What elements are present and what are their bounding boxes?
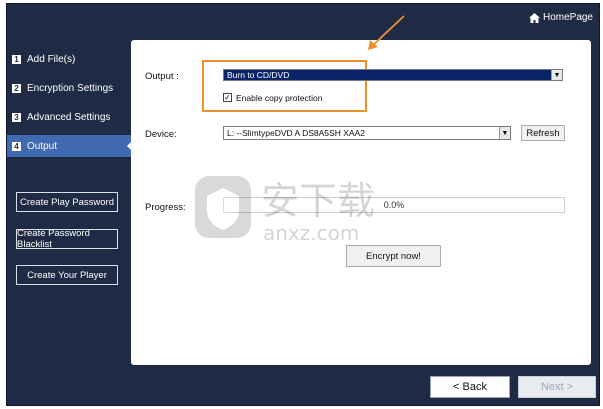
progress-label: Progress: bbox=[145, 202, 186, 213]
house-icon bbox=[528, 12, 540, 23]
step-number: 1 bbox=[12, 54, 21, 64]
step-label: Output bbox=[27, 140, 58, 152]
device-select-value: L: --SlimtypeDVD A DS8A5SH XAA2 bbox=[227, 128, 365, 138]
sidebar: 1 Add File(s) 2 Encryption Settings 3 Ad… bbox=[7, 48, 132, 164]
create-password-blacklist-button[interactable]: Create Password Blacklist bbox=[16, 228, 118, 250]
create-play-password-button[interactable]: Create Play Password bbox=[16, 192, 118, 212]
copy-protection-label: Enable copy protection bbox=[236, 93, 323, 103]
sidebar-step-add-files[interactable]: 1 Add File(s) bbox=[7, 48, 131, 70]
next-button[interactable]: Next > bbox=[518, 376, 596, 398]
refresh-button[interactable]: Refresh bbox=[521, 125, 565, 141]
sidebar-step-output[interactable]: 4 Output bbox=[7, 135, 132, 157]
step-label: Advanced Settings bbox=[27, 111, 111, 123]
create-your-player-button[interactable]: Create Your Player bbox=[16, 265, 118, 285]
homepage-label: HomePage bbox=[542, 12, 593, 23]
output-select-value: Burn to CD/DVD bbox=[227, 70, 290, 80]
progress-text: 0.0% bbox=[383, 200, 405, 210]
step-number: 4 bbox=[12, 141, 21, 151]
output-label: Output : bbox=[145, 71, 179, 82]
progress-bar: 0.0% bbox=[223, 197, 565, 213]
annotation-highlight-box bbox=[202, 60, 367, 112]
svg-text:anxz.com: anxz.com bbox=[263, 221, 359, 245]
output-select[interactable]: Burn to CD/DVD ▼ bbox=[223, 69, 563, 81]
sidebar-step-encryption-settings[interactable]: 2 Encryption Settings bbox=[7, 77, 131, 99]
main-panel: Output : Burn to CD/DVD ▼ ✓ Enable copy … bbox=[131, 40, 591, 365]
step-label: Encryption Settings bbox=[27, 82, 114, 94]
encrypt-now-button[interactable]: Encrypt now! bbox=[346, 245, 441, 267]
app-window: HomePage 1 Add File(s) 2 Encryption Sett… bbox=[6, 3, 600, 406]
back-button[interactable]: < Back bbox=[430, 376, 510, 398]
device-select[interactable]: L: --SlimtypeDVD A DS8A5SH XAA2 ▼ bbox=[223, 126, 511, 140]
device-label: Device: bbox=[145, 129, 177, 140]
chevron-down-icon[interactable]: ▼ bbox=[551, 70, 562, 80]
sidebar-step-advanced-settings[interactable]: 3 Advanced Settings bbox=[7, 106, 131, 128]
chevron-down-icon[interactable]: ▼ bbox=[499, 127, 510, 139]
step-label: Add File(s) bbox=[27, 53, 76, 65]
homepage-link[interactable]: HomePage bbox=[528, 12, 593, 23]
step-number: 2 bbox=[12, 83, 21, 93]
step-number: 3 bbox=[12, 112, 21, 122]
copy-protection-checkbox[interactable]: ✓ bbox=[223, 93, 232, 102]
